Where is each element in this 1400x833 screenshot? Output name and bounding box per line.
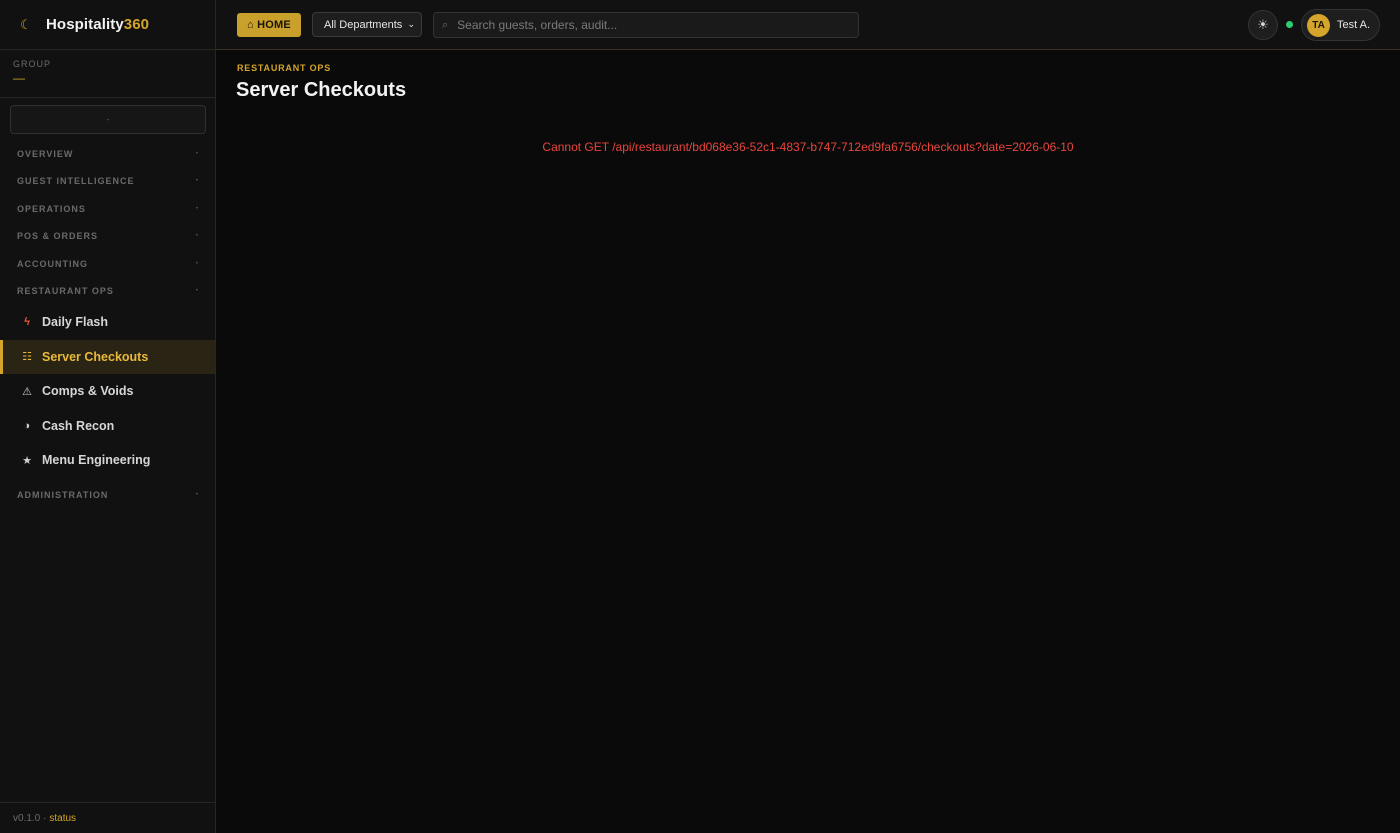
- section-label: RESTAURANT OPS: [17, 286, 114, 297]
- department-select-value: All Departments: [324, 18, 403, 31]
- brand-name-text: Hospitality: [46, 16, 124, 33]
- section-label: ACCOUNTING: [17, 258, 88, 269]
- section-overview[interactable]: OVERVIEW •: [0, 140, 215, 168]
- sidebar-item-comps-voids[interactable]: ⚠ Comps & Voids: [0, 374, 215, 409]
- section-label: OVERVIEW: [17, 148, 74, 159]
- search-icon: ⌕: [442, 18, 449, 31]
- page-title: Server Checkouts: [236, 79, 407, 101]
- search-bar[interactable]: ⌕: [433, 12, 859, 38]
- chevron-down-icon: ⌄: [407, 19, 415, 29]
- breadcrumb: RESTAURANT OPS: [237, 63, 332, 73]
- sidebar-nav: OVERVIEW • GUEST INTELLIGENCE • OPERATIONS…: [0, 140, 215, 509]
- section-restaurant-ops[interactable]: RESTAURANT OPS •: [0, 278, 215, 306]
- search-input[interactable]: [457, 18, 838, 32]
- sidebar-item-daily-flash[interactable]: ϟ Daily Flash: [0, 305, 215, 340]
- section-guest-intelligence[interactable]: GUEST INTELLIGENCE •: [0, 168, 215, 196]
- section-label: POS & ORDERS: [17, 231, 99, 242]
- status-link[interactable]: status: [49, 813, 76, 824]
- flash-icon: ϟ: [24, 316, 30, 329]
- avatar: TA: [1307, 13, 1330, 37]
- brand-name: Hospitality360: [46, 16, 149, 33]
- sidebar: ☾ Hospitality360 GROUP — - OVERVIEW • GUE…: [0, 0, 216, 833]
- topbar: ⌂ HOME All Departments ⌄ ⌕ ☀ TA Test A.: [216, 0, 1400, 50]
- section-label: GUEST INTELLIGENCE: [17, 176, 135, 187]
- brand-name-accent: 360: [123, 16, 150, 33]
- list-icon: ☷: [22, 351, 32, 364]
- theme-toggle-button[interactable]: ☀: [1248, 10, 1278, 40]
- group-label: GROUP: [13, 59, 52, 69]
- star-icon: ★: [22, 454, 32, 467]
- chevron-icon: •: [195, 260, 198, 267]
- warning-icon: ⚠: [22, 385, 32, 398]
- home-button[interactable]: ⌂ HOME: [237, 13, 301, 37]
- version-text: v0.1.0 ·: [13, 812, 47, 824]
- chevron-icon: •: [195, 150, 198, 157]
- online-status-dot: [1286, 21, 1293, 28]
- brand[interactable]: ☾ Hospitality360: [0, 0, 215, 50]
- sidebar-item-label: Menu Engineering: [42, 453, 151, 468]
- sidebar-item-label: Cash Recon: [42, 418, 115, 433]
- section-label: OPERATIONS: [17, 203, 86, 214]
- section-accounting[interactable]: ACCOUNTING •: [0, 250, 215, 278]
- sidebar-footer: v0.1.0 · status: [0, 802, 215, 833]
- sidebar-item-label: Daily Flash: [42, 315, 108, 330]
- sun-icon: ☀: [1257, 17, 1269, 32]
- section-pos-orders[interactable]: POS & ORDERS •: [0, 223, 215, 251]
- chevron-icon: •: [195, 178, 198, 185]
- chevron-icon: •: [195, 492, 198, 499]
- sidebar-item-label: Server Checkouts: [42, 349, 149, 364]
- sidebar-item-label: Comps & Voids: [42, 384, 134, 399]
- group-value: —: [13, 71, 25, 85]
- chevron-icon: •: [195, 288, 198, 295]
- moon-logo-icon: ☾: [20, 16, 32, 32]
- user-name: Test A.: [1337, 19, 1371, 31]
- chevron-icon: •: [195, 233, 198, 240]
- error-message: Cannot GET /api/restaurant/bd068e36-52c1…: [542, 140, 1074, 154]
- sidebar-item-menu-engineering[interactable]: ★ Menu Engineering: [0, 443, 215, 478]
- main-content: RESTAURANT OPS Server Checkouts Cannot G…: [216, 51, 1400, 833]
- sidebar-item-cash-recon[interactable]: ◑ Cash Recon: [0, 409, 215, 444]
- chevron-icon: •: [195, 205, 198, 212]
- group-block: GROUP —: [0, 50, 215, 98]
- half-circle-icon: ◑: [23, 419, 31, 432]
- section-administration[interactable]: ADMINISTRATION •: [0, 482, 215, 510]
- sidebar-item-server-checkouts[interactable]: ☷ Server Checkouts: [0, 339, 215, 374]
- property-select[interactable]: -: [10, 105, 206, 134]
- user-menu-button[interactable]: TA Test A.: [1301, 9, 1380, 41]
- section-label: ADMINISTRATION: [17, 490, 109, 501]
- department-select[interactable]: All Departments ⌄: [312, 12, 422, 37]
- section-operations[interactable]: OPERATIONS •: [0, 195, 215, 223]
